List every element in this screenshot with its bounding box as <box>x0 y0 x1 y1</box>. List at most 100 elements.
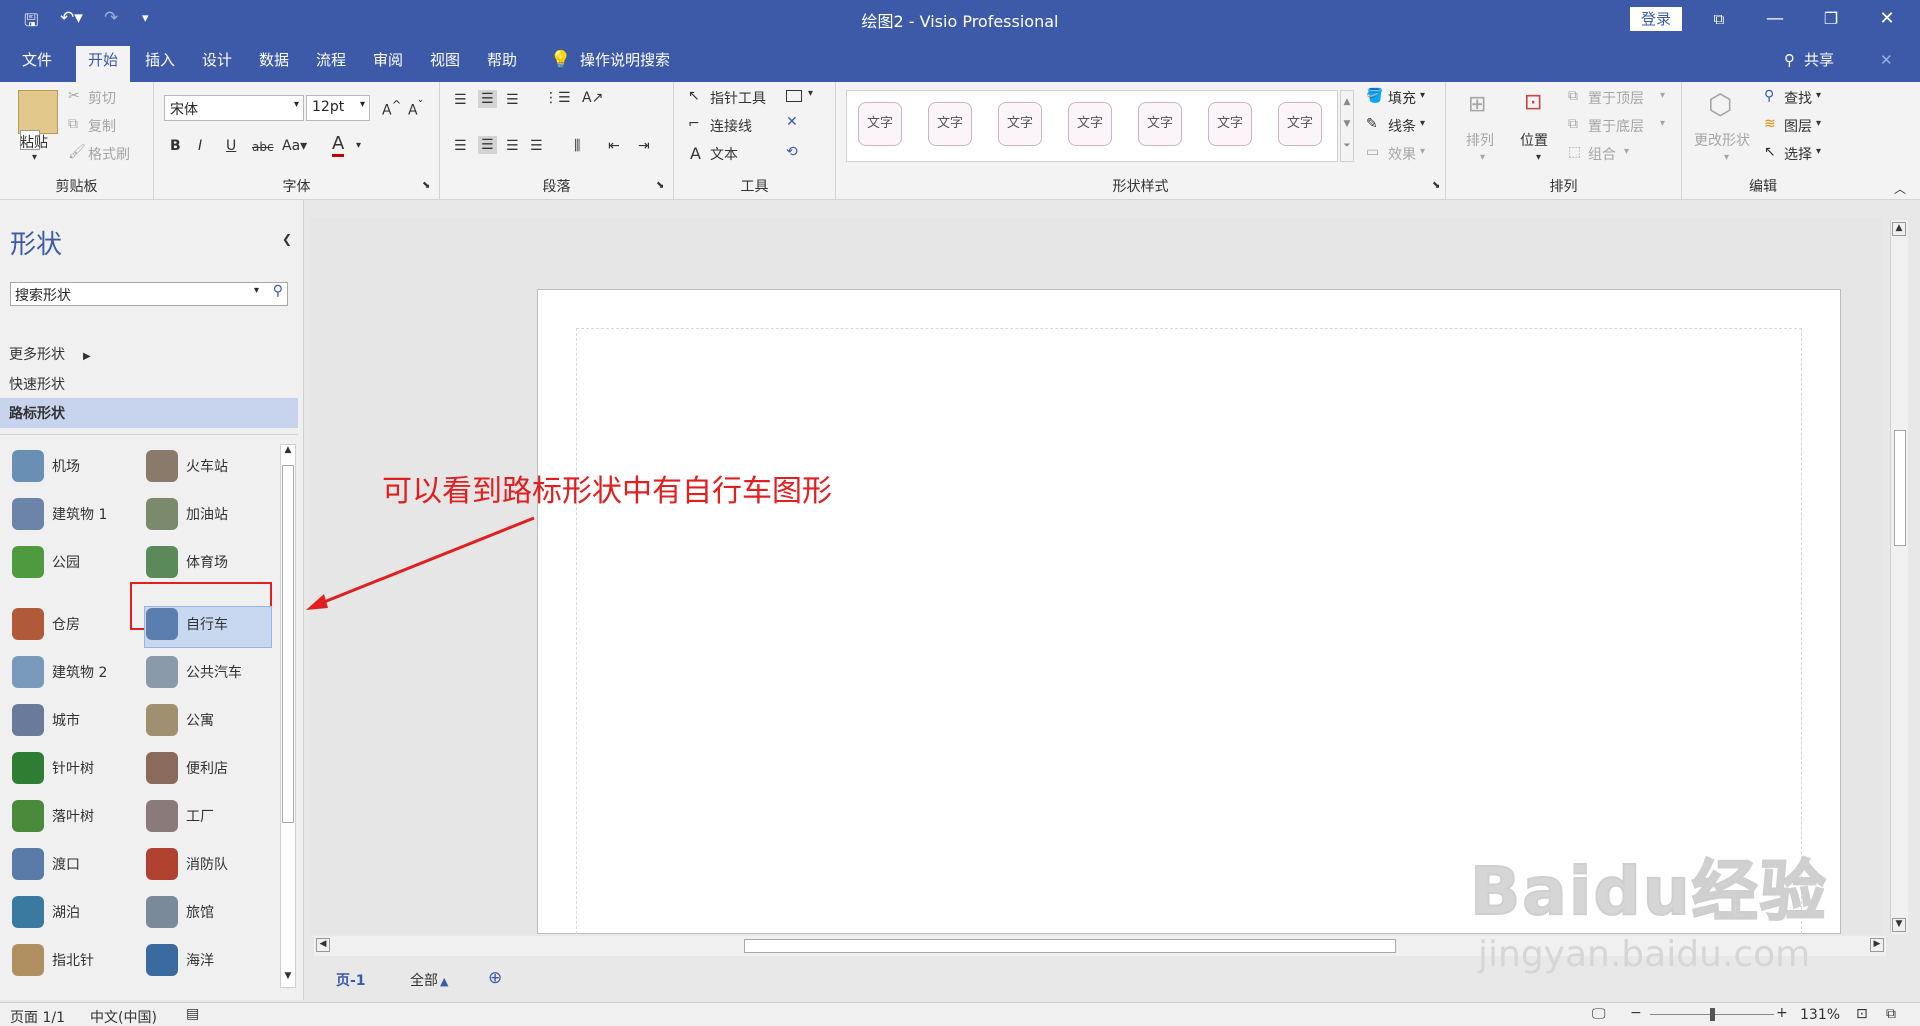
tab-help[interactable]: 帮助 <box>485 46 519 82</box>
vertical-text-icon[interactable]: ⫼ <box>574 138 580 154</box>
connection-point-icon[interactable]: ✕ <box>786 114 798 130</box>
bold-icon[interactable]: B <box>170 138 181 154</box>
quick-style-5[interactable]: 文字 <box>1138 102 1182 146</box>
share-button[interactable]: 共享 <box>1802 46 1836 82</box>
tab-data[interactable]: 数据 <box>257 46 291 82</box>
layers-dropdown-icon[interactable]: ▾ <box>1816 118 1821 129</box>
format-painter-button[interactable]: 格式刷 <box>88 144 130 164</box>
presentation-mode-icon[interactable]: 🖵 <box>1592 1006 1606 1022</box>
change-case-icon[interactable]: Aa▾ <box>282 138 307 154</box>
all-pages-tab[interactable]: 全部 ▲ <box>410 970 448 990</box>
stencil-item[interactable]: 消防队 <box>146 844 274 884</box>
stencil-item[interactable]: 便利店 <box>146 748 274 788</box>
line-button[interactable]: 线条 <box>1388 116 1416 136</box>
shape-search-input[interactable]: 搜索形状 ▾ ⚲ <box>10 282 288 306</box>
page-tab-1[interactable]: 页-1 <box>336 970 366 990</box>
font-color-icon[interactable]: A <box>332 134 345 157</box>
stencil-item[interactable]: 加油站 <box>146 494 274 534</box>
quick-style-6[interactable]: 文字 <box>1208 102 1252 146</box>
effects-dropdown-icon[interactable]: ▾ <box>1420 146 1425 157</box>
quick-style-1[interactable]: 文字 <box>858 102 902 146</box>
font-color-dropdown-icon[interactable]: ▾ <box>356 140 361 151</box>
zoom-slider-thumb[interactable] <box>1710 1008 1715 1021</box>
copy-button[interactable]: 复制 <box>88 116 116 136</box>
strikethrough-icon[interactable]: abc <box>252 140 274 154</box>
stencil-item[interactable]: 仓房 <box>12 604 140 644</box>
collapse-pane-close-icon[interactable]: ✕ <box>1878 46 1895 82</box>
align-right-icon[interactable]: ☰ <box>506 138 519 154</box>
line-dropdown-icon[interactable]: ▾ <box>1420 118 1425 129</box>
find-dropdown-icon[interactable]: ▾ <box>1816 90 1821 101</box>
stencil-item[interactable]: 渡口 <box>12 844 140 884</box>
v-scroll-thumb[interactable] <box>1894 430 1906 546</box>
layers-button[interactable]: 图层 <box>1784 116 1812 136</box>
quick-shapes-item[interactable]: 快速形状 <box>9 374 65 394</box>
shrink-font-icon[interactable]: Aˇ <box>408 98 423 119</box>
select-dropdown-icon[interactable]: ▾ <box>1816 146 1821 157</box>
fill-dropdown-icon[interactable]: ▾ <box>1420 90 1425 101</box>
stencil-scroll-thumb[interactable] <box>282 465 294 823</box>
more-shapes-item[interactable]: 更多形状 ▶ <box>9 344 91 364</box>
change-shape-dropdown-icon[interactable]: ▾ <box>1724 152 1729 163</box>
cut-button[interactable]: 剪切 <box>88 88 116 108</box>
align-center-icon[interactable]: ☰ <box>478 136 497 154</box>
stencil-item[interactable]: 机场 <box>12 446 140 486</box>
stencil-item[interactable]: 体育场 <box>146 542 274 582</box>
stencil-item[interactable]: 公园 <box>12 542 140 582</box>
group-button[interactable]: 组合 <box>1588 144 1616 164</box>
stencil-item[interactable]: 针叶树 <box>12 748 140 788</box>
restore-button[interactable]: ❐ <box>1808 0 1854 38</box>
connector-tool-button[interactable]: 连接线 <box>710 116 752 136</box>
align-middle-icon[interactable]: ☰ <box>478 90 497 108</box>
gallery-scroll-icon[interactable]: ▲ ▼ ⏷ <box>1340 90 1354 162</box>
text-tool-button[interactable]: 文本 <box>710 144 738 164</box>
stencil-scrollbar[interactable]: ▲ ▼ <box>280 444 296 988</box>
stencil-scroll-down-icon[interactable]: ▼ <box>280 971 296 987</box>
fit-page-icon[interactable]: ⊡ <box>1856 1006 1868 1022</box>
h-scroll-left-icon[interactable]: ◀ <box>316 938 330 952</box>
stencil-item[interactable]: 落叶树 <box>12 796 140 836</box>
switch-windows-icon[interactable]: ⧉ <box>1886 1006 1896 1022</box>
stencil-item[interactable]: 旅馆 <box>146 892 274 932</box>
position-dropdown-icon[interactable]: ▾ <box>1536 152 1541 163</box>
stencil-item[interactable]: 建筑物 2 <box>12 652 140 692</box>
stencil-scroll-up-icon[interactable]: ▲ <box>280 445 296 461</box>
search-dropdown-icon[interactable]: ▾ <box>254 285 259 296</box>
paste-button[interactable]: 粘贴 <box>20 132 48 152</box>
pointer-tool-button[interactable]: 指针工具 <box>710 88 766 108</box>
tab-view[interactable]: 视图 <box>428 46 462 82</box>
grow-font-icon[interactable]: A^ <box>382 98 401 119</box>
select-button[interactable]: 选择 <box>1784 144 1812 164</box>
zoom-out-icon[interactable]: − <box>1630 1005 1642 1021</box>
send-to-back-button[interactable]: 置于底层 <box>1588 116 1644 136</box>
v-scroll-up-icon[interactable]: ▲ <box>1892 222 1906 236</box>
tab-file[interactable]: 文件 <box>20 46 54 82</box>
text-block-icon[interactable]: ⟲ <box>786 144 798 160</box>
stencil-item[interactable]: 火车站 <box>146 446 274 486</box>
macro-record-icon[interactable]: ▤ <box>186 1006 199 1022</box>
fill-button[interactable]: 填充 <box>1388 88 1416 108</box>
tab-process[interactable]: 流程 <box>314 46 348 82</box>
align-bottom-icon[interactable]: ☰ <box>506 92 519 108</box>
stencil-item[interactable]: 指北针 <box>12 940 140 980</box>
bring-to-front-button[interactable]: 置于顶层 <box>1588 88 1644 108</box>
tab-review[interactable]: 审阅 <box>371 46 405 82</box>
font-size-select[interactable]: 12pt ▾ <box>306 95 370 121</box>
h-scroll-thumb[interactable] <box>744 939 1396 953</box>
add-page-icon[interactable]: ⊕ <box>488 968 502 988</box>
zoom-in-icon[interactable]: + <box>1776 1005 1788 1021</box>
arrange-dropdown-icon[interactable]: ▾ <box>1480 152 1485 163</box>
ribbon-display-options-icon[interactable]: ⧉ <box>1696 0 1742 38</box>
align-left-icon[interactable]: ☰ <box>454 138 467 154</box>
send-to-back-dropdown-icon[interactable]: ▾ <box>1660 118 1665 129</box>
bring-to-front-dropdown-icon[interactable]: ▾ <box>1660 90 1665 101</box>
tell-me-search[interactable]: 操作说明搜索 <box>578 46 672 82</box>
italic-icon[interactable]: I <box>198 138 202 154</box>
quick-style-4[interactable]: 文字 <box>1068 102 1112 146</box>
tab-design[interactable]: 设计 <box>200 46 234 82</box>
stencil-item[interactable]: 城市 <box>12 700 140 740</box>
decrease-indent-icon[interactable]: ⇤ <box>608 138 620 154</box>
underline-icon[interactable]: U <box>226 138 236 154</box>
text-direction-icon[interactable]: A↗ <box>582 90 603 106</box>
tab-insert[interactable]: 插入 <box>143 46 177 82</box>
